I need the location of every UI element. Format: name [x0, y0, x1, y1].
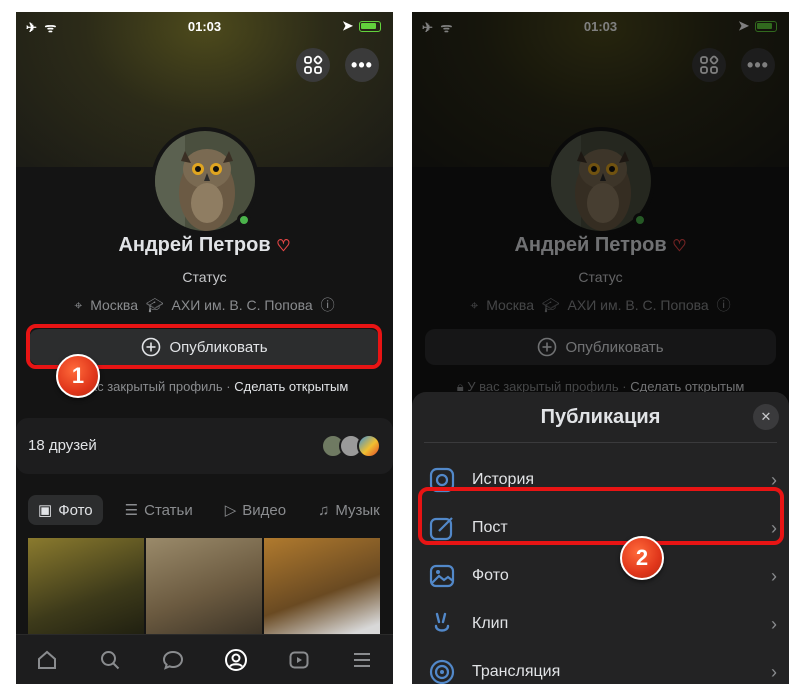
online-indicator [237, 213, 251, 227]
sheet-item-clip-label: Клип [472, 615, 509, 632]
tab-music-label: Музык [335, 501, 380, 519]
sheet-item-broadcast-label: Трансляция [472, 663, 561, 680]
sheet-item-clip[interactable]: Клип › [412, 600, 789, 648]
heart-badge-icon: ♡ [276, 238, 291, 255]
search-icon[interactable] [97, 647, 123, 673]
chevron-right-icon: › [771, 613, 777, 634]
profile-icon[interactable] [223, 647, 249, 673]
chevron-right-icon: › [771, 661, 777, 682]
info-icon[interactable]: ⓘ [321, 297, 335, 313]
avatar-container[interactable] [151, 127, 259, 235]
closed-separator: · [226, 379, 231, 394]
video-play-icon[interactable] [286, 647, 312, 673]
friends-card[interactable]: 18 друзей [16, 418, 393, 474]
tab-articles[interactable]: ☰ Статьи [115, 495, 203, 525]
profile-info: ⌖ Москва 🎓︎ АХИ им. В. С. Попова ⓘ [16, 295, 393, 315]
content-tabs: ▣ Фото ☰ Статьи ▷ Видео ♫ Музык [16, 490, 393, 530]
broadcast-icon [429, 659, 455, 684]
profile-status[interactable]: Статус [16, 269, 393, 285]
menu-icon[interactable] [349, 647, 375, 673]
home-icon[interactable] [34, 647, 60, 673]
location-arrow-icon: ➤ [342, 18, 353, 33]
sheet-divider [424, 442, 777, 443]
video-icon: ▷ [224, 502, 237, 519]
friend-avatar [357, 434, 381, 458]
status-right: ➤ [342, 18, 381, 34]
make-open-link[interactable]: Сделать открытым [234, 379, 348, 394]
sheet-title: Публикация [540, 406, 661, 428]
profile-name-text: Андрей Петров [118, 234, 271, 256]
close-icon: ✕ [760, 409, 772, 424]
tab-video-label: Видео [242, 501, 287, 519]
school-text: АХИ им. В. С. Попова [171, 297, 313, 313]
tab-video[interactable]: ▷ Видео [215, 495, 296, 525]
sheet-item-photo[interactable]: Фото › [412, 552, 789, 600]
article-icon: ☰ [124, 502, 139, 519]
photo-icon [429, 564, 455, 588]
music-note-icon: ♫ [318, 501, 330, 519]
close-button[interactable]: ✕ [753, 404, 779, 430]
image-icon: ▣ [38, 502, 53, 519]
status-time: 01:03 [187, 19, 222, 34]
more-dots-icon: ••• [351, 54, 373, 75]
sheet-item-photo-label: Фото [472, 567, 509, 584]
tab-articles-label: Статьи [144, 501, 193, 519]
apps-button[interactable] [296, 48, 330, 82]
friends-count: 18 друзей [28, 437, 97, 454]
status-bar: ✈ ᯤ 01:03 ➤ [16, 12, 393, 40]
friends-avatars [321, 434, 381, 458]
sheet-item-broadcast[interactable]: Трансляция › [412, 648, 789, 684]
city-text: Москва [90, 297, 138, 313]
tab-music[interactable]: ♫ Музык [308, 496, 390, 525]
graduation-cap-icon: 🎓︎ [145, 297, 164, 313]
step-badge-2: 2 [620, 536, 664, 580]
post-highlight-frame [418, 487, 784, 545]
bottom-navigation [16, 634, 393, 684]
photo-grid [28, 538, 380, 638]
location-pin-icon: ⌖ [74, 297, 83, 313]
photo-thumbnail-monkey[interactable] [146, 538, 262, 638]
photo-thumbnail-deer[interactable] [28, 538, 144, 638]
clip-icon [434, 612, 450, 632]
tab-photos[interactable]: ▣ Фото [28, 495, 103, 525]
chevron-right-icon: › [771, 565, 777, 586]
more-button[interactable]: ••• [345, 48, 379, 82]
tab-photos-label: Фото [58, 501, 93, 519]
photo-thumbnail-dog[interactable] [264, 538, 380, 638]
apps-grid-icon [304, 55, 323, 74]
messages-icon[interactable] [160, 647, 186, 673]
step-badge-1: 1 [56, 354, 100, 398]
phone-screen-right: ✈ ᯤ 01:03 ➤ ••• [412, 12, 789, 684]
battery-icon [359, 20, 381, 32]
profile-name: Андрей Петров ♡ [16, 234, 393, 257]
